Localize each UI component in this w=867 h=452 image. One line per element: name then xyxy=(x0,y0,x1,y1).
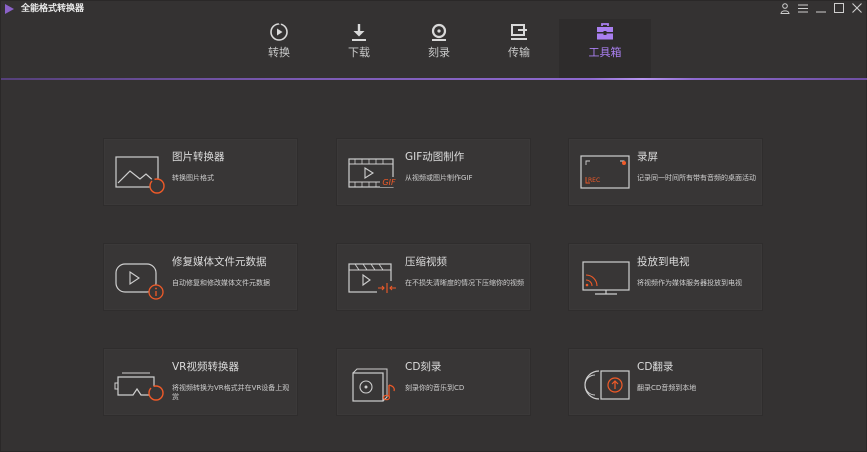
cast-tv-icon xyxy=(579,256,635,300)
app-logo-icon xyxy=(5,4,14,14)
tab-transfer[interactable]: 传输 xyxy=(479,19,559,79)
svg-text:REC: REC xyxy=(588,177,600,184)
top-nav: 转换 下载 刻录 传输 工具箱 xyxy=(1,19,867,79)
tool-title: 图片转换器 xyxy=(172,151,225,163)
cd-rip-icon xyxy=(579,361,635,405)
tool-card-image-converter[interactable]: 图片转换器 转换图片格式 xyxy=(103,138,298,206)
close-icon[interactable] xyxy=(851,2,862,14)
tool-card-metadata-fix[interactable]: 修复媒体文件元数据 自动修复和修改媒体文件元数据 xyxy=(103,243,298,311)
metadata-fix-icon xyxy=(114,256,170,300)
tool-desc: 转换图片格式 xyxy=(172,174,214,182)
tab-download-label: 下载 xyxy=(348,46,370,59)
vr-convert-icon xyxy=(114,361,170,405)
tool-desc: 自动修复和修改媒体文件元数据 xyxy=(172,279,270,287)
menu-icon[interactable] xyxy=(797,2,808,14)
tool-title: GIF动图制作 xyxy=(405,151,465,163)
tool-card-gif-maker[interactable]: GIF GIF动图制作 从视频或图片制作GIF xyxy=(336,138,531,206)
image-convert-icon xyxy=(114,151,170,195)
tab-download[interactable]: 下载 xyxy=(319,19,399,79)
tool-card-compress-video[interactable]: 压缩视频 在不损失清晰度的情况下压缩你的视频 xyxy=(336,243,531,311)
tool-desc: 刻录你的音乐到CD xyxy=(405,384,465,392)
convert-icon xyxy=(268,21,290,43)
svg-text:GIF: GIF xyxy=(382,178,396,187)
tab-burn[interactable]: 刻录 xyxy=(399,19,479,79)
tab-transfer-label: 传输 xyxy=(508,46,530,59)
tool-card-cast-tv[interactable]: 投放到电视 将视频作为媒体服务器投放到电视 xyxy=(568,243,763,311)
title-bar: 全能格式转换器 xyxy=(1,1,867,19)
tool-card-screen-recorder[interactable]: REC 录屏 记录同一时间所有带有音频的桌面活动 xyxy=(568,138,763,206)
gif-maker-icon: GIF xyxy=(347,151,403,195)
nav-underline xyxy=(1,78,867,80)
tool-desc: 将视频转换为VR格式并在VR设备上观赏 xyxy=(172,384,290,401)
minimize-icon[interactable] xyxy=(815,2,826,14)
tool-card-cd-burn[interactable]: CD刻录 刻录你的音乐到CD xyxy=(336,348,531,416)
maximize-icon[interactable] xyxy=(833,2,844,14)
tab-convert-label: 转换 xyxy=(268,46,290,59)
tool-card-vr-converter[interactable]: VR视频转换器 将视频转换为VR格式并在VR设备上观赏 xyxy=(103,348,298,416)
tab-burn-label: 刻录 xyxy=(428,46,450,59)
tool-desc: 将视频作为媒体服务器投放到电视 xyxy=(637,279,742,287)
tool-title: VR视频转换器 xyxy=(172,361,239,373)
download-icon xyxy=(348,21,370,43)
transfer-icon xyxy=(508,21,530,43)
tool-desc: 记录同一时间所有带有音频的桌面活动 xyxy=(637,174,756,182)
tab-toolbox-label: 工具箱 xyxy=(588,46,622,59)
tool-desc: 从视频或图片制作GIF xyxy=(405,174,473,182)
tool-title: CD刻录 xyxy=(405,361,442,373)
tool-title: 录屏 xyxy=(637,151,658,163)
tool-title: 修复媒体文件元数据 xyxy=(172,256,267,268)
screen-record-icon: REC xyxy=(579,151,635,195)
user-icon[interactable] xyxy=(779,2,790,14)
tool-title: CD翻录 xyxy=(637,361,674,373)
tool-card-cd-rip[interactable]: CD翻录 翻录CD音频到本地 xyxy=(568,348,763,416)
tab-toolbox[interactable]: 工具箱 xyxy=(559,19,651,79)
burn-icon xyxy=(428,21,450,43)
app-window: 全能格式转换器 转换 下载 刻录 传输 工具箱 图片转换器 转换图片格式 GIF… xyxy=(0,0,867,452)
tab-convert[interactable]: 转换 xyxy=(239,19,319,79)
tool-desc: 翻录CD音频到本地 xyxy=(637,384,697,392)
tool-title: 压缩视频 xyxy=(405,256,447,268)
window-controls xyxy=(779,2,862,14)
toolbox-icon xyxy=(594,21,616,43)
tool-desc: 在不损失清晰度的情况下压缩你的视频 xyxy=(405,279,524,287)
cd-burn-icon xyxy=(347,361,403,405)
app-title: 全能格式转换器 xyxy=(21,4,85,14)
compress-video-icon xyxy=(347,256,403,300)
tool-title: 投放到电视 xyxy=(637,256,690,268)
